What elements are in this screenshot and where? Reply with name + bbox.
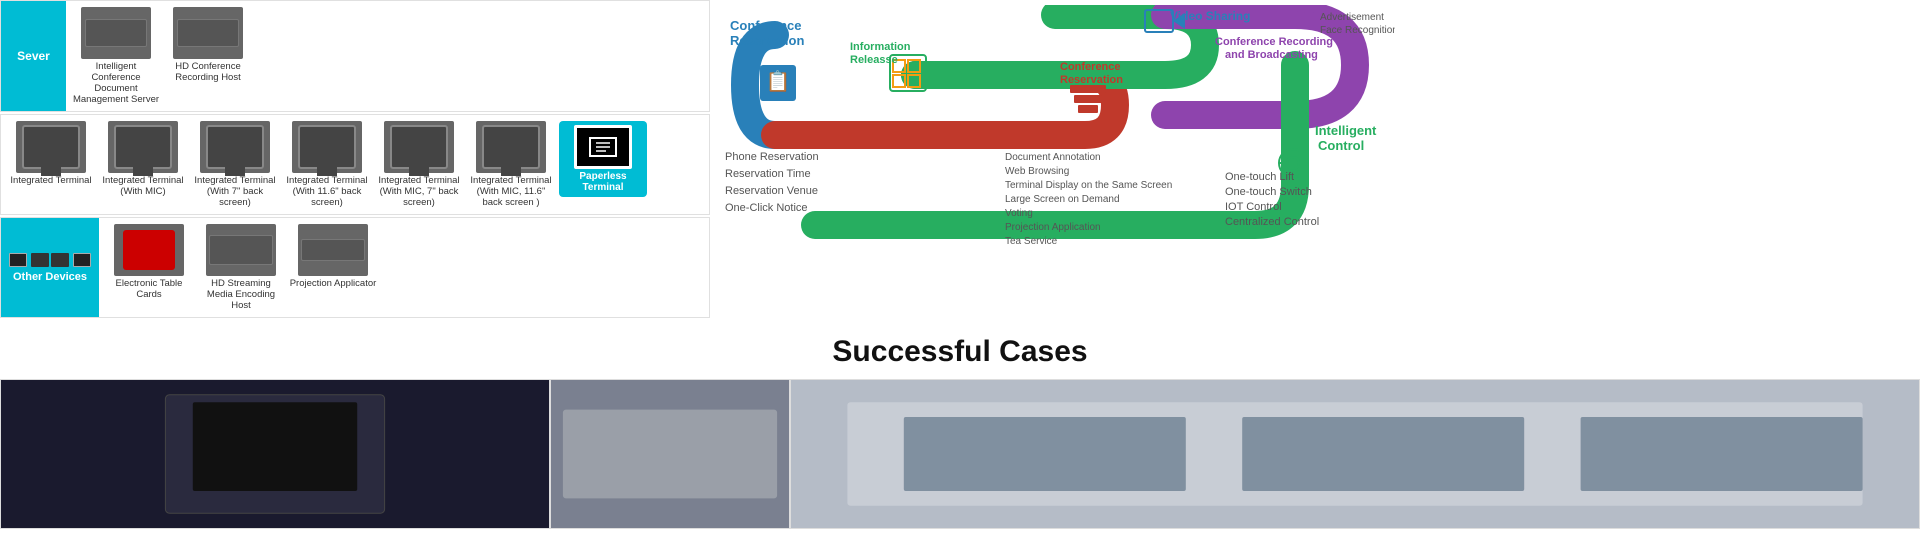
mini-screen-icon: [31, 253, 49, 267]
center-diagram-panel: 📋 ◈: [710, 0, 1410, 320]
system-diagram: 📋 ◈: [715, 5, 1395, 265]
electronic-table-cards-icon: [114, 224, 184, 276]
svg-text:Face Recognition: Face Recognition: [1320, 25, 1395, 36]
svg-text:One-touch Switch: One-touch Switch: [1225, 186, 1312, 198]
page-wrapper: Sever Intelligent Conference Document Ma…: [0, 0, 1920, 544]
svg-text:IOT Control: IOT Control: [1225, 201, 1282, 213]
svg-text:One-Click Notice: One-Click Notice: [725, 202, 808, 214]
svg-text:and Broadcasting: and Broadcasting: [1225, 49, 1318, 61]
svg-text:Large Screen on Demand: Large Screen on Demand: [1005, 194, 1120, 205]
other-devices-label: Other Devices: [1, 218, 99, 317]
integrated-terminal-11back-icon: [292, 121, 362, 173]
list-item: Integrated Terminal (With MIC): [99, 121, 187, 197]
list-item: Projection Applicator: [289, 224, 377, 289]
server-label: Sever: [1, 1, 66, 111]
list-item: Integrated Terminal (With MIC, 11.6" bac…: [467, 121, 555, 208]
mini-phone-icon: [73, 253, 91, 267]
svg-text:Phone Reservation: Phone Reservation: [725, 151, 819, 163]
other-devices-row: Other Devices Electronic Table Cards HD …: [0, 217, 710, 318]
icon-row-1: [9, 253, 49, 267]
server-content: Intelligent Conference Document Manageme…: [66, 1, 709, 111]
svg-text:Document Annotation: Document Annotation: [1005, 152, 1101, 163]
case-image-3: [790, 379, 1920, 529]
cases-images-row: [0, 379, 1920, 529]
svg-text:Conference: Conference: [1060, 61, 1121, 73]
list-item: Electronic Table Cards: [105, 224, 193, 300]
svg-text:Control: Control: [1318, 138, 1364, 153]
successful-cases-title: Successful Cases: [0, 335, 1920, 369]
devices-panel: Sever Intelligent Conference Document Ma…: [0, 0, 710, 320]
icon-row-2: [51, 253, 91, 267]
svg-text:📋: 📋: [766, 69, 791, 93]
terminals-content: Integrated Terminal Integrated Terminal …: [1, 115, 709, 214]
svg-text:Voting: Voting: [1005, 208, 1033, 219]
case-img-svg-1: [1, 380, 549, 528]
list-item: HD Conference Recording Host: [164, 7, 252, 83]
integrated-terminal-icon: [16, 121, 86, 173]
other-devices-content: Electronic Table Cards HD Streaming Medi…: [99, 218, 709, 317]
successful-cases-section: Successful Cases: [0, 320, 1920, 544]
svg-text:Information: Information: [850, 41, 911, 53]
case-img-svg-2: [551, 380, 789, 528]
integrated-terminal-mic11back-icon: [476, 121, 546, 173]
right-col: [1410, 0, 1920, 320]
mini-device-icon: [51, 253, 69, 267]
list-item: Integrated Terminal: [7, 121, 95, 186]
svg-text:Reservation: Reservation: [730, 33, 804, 48]
list-item: Integrated Terminal (With MIC, 7" back s…: [375, 121, 463, 208]
svg-text:Web Browsing: Web Browsing: [1005, 166, 1069, 177]
mini-monitor-icon: [9, 253, 27, 267]
list-item: Intelligent Conference Document Manageme…: [72, 7, 160, 105]
svg-text:One-touch Lift: One-touch Lift: [1225, 171, 1294, 183]
integrated-terminal-mic-icon: [108, 121, 178, 173]
svg-text:Advertisement: Advertisement: [1320, 12, 1384, 23]
svg-text:Terminal Display on the Same S: Terminal Display on the Same Screen: [1005, 180, 1172, 191]
svg-text:Conference: Conference: [730, 18, 802, 33]
case-img-svg-3: [791, 380, 1919, 528]
case-image-2: [550, 379, 790, 529]
svg-text:Releasse: Releasse: [850, 54, 898, 66]
terminals-row: Integrated Terminal Integrated Terminal …: [0, 114, 710, 215]
paperless-terminal-item: Paperless Terminal: [559, 121, 647, 197]
svg-text:Projection Application: Projection Application: [1005, 222, 1101, 233]
integrated-terminal-mic7back-icon: [384, 121, 454, 173]
list-item: Integrated Terminal (With 7" back screen…: [191, 121, 279, 208]
intelligent-conference-server-icon: [81, 7, 151, 59]
svg-text:Reservation: Reservation: [1060, 74, 1123, 86]
hd-streaming-icon: [206, 224, 276, 276]
main-layout: Sever Intelligent Conference Document Ma…: [0, 0, 1920, 320]
svg-text:Intelligent: Intelligent: [1315, 123, 1377, 138]
paperless-terminal-icon: [574, 125, 632, 169]
svg-text:Video Sharing: Video Sharing: [1170, 9, 1250, 23]
svg-text:Conference Recording: Conference Recording: [1215, 36, 1333, 48]
server-row: Sever Intelligent Conference Document Ma…: [0, 0, 710, 112]
svg-text:Reservation Time: Reservation Time: [725, 168, 811, 180]
hd-recording-host-icon: [173, 7, 243, 59]
other-devices-icons: [9, 253, 91, 267]
integrated-terminal-7back-icon: [200, 121, 270, 173]
case-image-1: [0, 379, 550, 529]
projection-applicator-icon: [298, 224, 368, 276]
diagram-svg: 📋 ◈: [715, 5, 1395, 265]
list-item: HD Streaming Media Encoding Host: [197, 224, 285, 311]
svg-text:Tea Service: Tea Service: [1005, 236, 1058, 247]
list-item: Integrated Terminal (With 11.6" back scr…: [283, 121, 371, 208]
svg-text:Centralized Control: Centralized Control: [1225, 216, 1319, 228]
svg-text:Reservation Venue: Reservation Venue: [725, 185, 818, 197]
